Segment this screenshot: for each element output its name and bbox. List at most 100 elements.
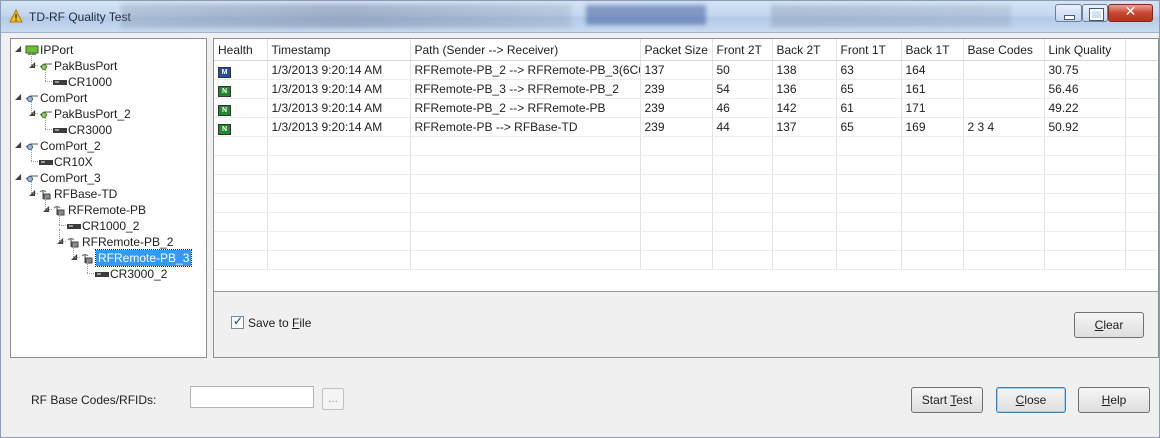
tree-guide-line	[31, 101, 32, 113]
column-header[interactable]: Back 1T	[901, 39, 964, 61]
empty-cell	[712, 174, 773, 194]
column-header[interactable]: Front 2T	[712, 39, 773, 61]
empty-cell	[214, 250, 268, 270]
table-row[interactable]: N 1/3/2013 9:20:14 AM RFRemote-PB_3 --> RF…	[214, 79, 1158, 99]
background-window-blur	[586, 5, 706, 25]
quality-test-window: TD-RF Quality Test ✕ ◢ IPPort ◢ PakBusPort C…	[0, 0, 1160, 438]
background-window-blur	[771, 5, 1011, 27]
health-status-icon: N	[218, 123, 231, 135]
empty-cell	[1125, 155, 1158, 175]
rf-radio-icon	[67, 236, 81, 248]
empty-cell	[712, 136, 773, 156]
table-cell: 161	[901, 79, 964, 99]
com-port-icon	[25, 140, 39, 151]
ip-port-icon	[25, 44, 39, 56]
minimize-button[interactable]	[1055, 4, 1082, 22]
save-to-file-checkbox[interactable]	[231, 314, 244, 329]
empty-cell	[836, 136, 902, 156]
close-button[interactable]: Close	[996, 387, 1066, 413]
table-cell: 169	[901, 117, 964, 137]
column-header-filler	[1125, 39, 1158, 61]
table-row[interactable]: M 1/3/2013 9:20:14 AM RFRemote-PB_2 --> RF…	[214, 60, 1158, 80]
results-grid[interactable]: Health Timestamp Path (Sender --> Receiver…	[214, 39, 1158, 292]
tree-node-label: CR10X	[54, 154, 93, 169]
tree-node[interactable]: ◢ ComPort_3	[15, 169, 101, 185]
empty-cell	[963, 250, 1045, 270]
health-cell: N	[214, 117, 268, 137]
table-cell: 30.75	[1044, 60, 1126, 80]
base-codes-input[interactable]	[190, 386, 314, 408]
empty-cell	[267, 136, 411, 156]
tree-node[interactable]: CR3000_2	[95, 265, 167, 281]
tree-node[interactable]: CR10X	[39, 153, 93, 169]
column-header[interactable]: Base Codes	[963, 39, 1045, 61]
tree-node[interactable]: ◢ RFRemote-PB_3	[71, 248, 193, 267]
health-cell: M	[214, 60, 268, 80]
datalogger-icon	[95, 268, 109, 279]
datalogger-icon	[53, 76, 67, 87]
pakbus-port-icon	[39, 60, 53, 71]
column-header[interactable]: Health	[214, 39, 268, 61]
empty-cell	[267, 174, 411, 194]
health-cell: N	[214, 79, 268, 99]
maximize-button[interactable]	[1082, 4, 1108, 22]
network-tree[interactable]: ◢ IPPort ◢ PakBusPort CR1000 ◢ ComPort ◢ PakBusP…	[10, 38, 207, 358]
empty-cell	[901, 250, 964, 270]
empty-cell	[640, 193, 713, 213]
empty-cell	[214, 212, 268, 232]
column-header[interactable]: Packet Size	[640, 39, 713, 61]
tree-node[interactable]: ◢ RFRemote-PB_2	[57, 233, 173, 249]
browse-codes-button[interactable]: ...	[322, 388, 344, 410]
empty-cell	[640, 155, 713, 175]
table-cell: 239	[640, 98, 713, 118]
tree-node[interactable]: ◢ RFRemote-PB	[43, 201, 146, 217]
close-window-button[interactable]: ✕	[1108, 4, 1153, 22]
save-to-file-text: Save to	[248, 316, 293, 330]
empty-cell	[1125, 174, 1158, 194]
tree-node[interactable]: ◢ PakBusPort	[29, 57, 117, 73]
column-header[interactable]: Link Quality	[1044, 39, 1126, 61]
tree-node[interactable]: ◢ RFBase-TD	[29, 185, 118, 201]
column-header[interactable]: Timestamp	[267, 39, 411, 61]
table-row[interactable]: N 1/3/2013 9:20:14 AM RFRemote-PB_2 --> RF…	[214, 98, 1158, 118]
empty-cell	[836, 193, 902, 213]
expand-arrow-icon[interactable]: ◢	[15, 89, 21, 105]
empty-cell	[772, 212, 837, 232]
tree-node[interactable]: CR1000_2	[67, 217, 139, 233]
expand-arrow-icon[interactable]: ◢	[15, 137, 21, 153]
tree-node[interactable]: CR3000	[53, 121, 112, 137]
tree-node-label: PakBusPort_2	[54, 106, 131, 121]
start-test-button[interactable]: Start Test	[911, 387, 983, 413]
clear-button[interactable]: Clear	[1074, 312, 1144, 338]
tree-node[interactable]: ◢ ComPort_2	[15, 137, 101, 153]
tree-guide-line	[45, 81, 52, 82]
expand-arrow-icon[interactable]: ◢	[15, 169, 21, 185]
save-to-file-text-rest: ile	[299, 316, 312, 330]
table-cell-filler	[1125, 60, 1158, 80]
tree-node-label: IPPort	[40, 42, 74, 57]
empty-cell	[640, 174, 713, 194]
tree-node-label: RFBase-TD	[54, 186, 118, 201]
tree-node-label: ComPort_2	[40, 138, 101, 153]
table-cell: 164	[901, 60, 964, 80]
empty-cell	[963, 231, 1045, 251]
expand-arrow-icon[interactable]: ◢	[15, 41, 21, 57]
table-cell: 1/3/2013 9:20:14 AM	[267, 60, 411, 80]
save-to-file-label[interactable]: Save to File	[248, 316, 311, 330]
column-header[interactable]: Path (Sender --> Receiver)	[410, 39, 641, 61]
help-button[interactable]: Help	[1078, 387, 1150, 413]
table-row[interactable]: N 1/3/2013 9:20:14 AM RFRemote-PB --> RFBa…	[214, 117, 1158, 137]
empty-cell	[963, 155, 1045, 175]
tree-node[interactable]: ◢ ComPort	[15, 89, 87, 105]
column-header[interactable]: Back 2T	[772, 39, 837, 61]
empty-cell	[214, 155, 268, 175]
title-bar[interactable]: TD-RF Quality Test ✕	[1, 1, 1159, 33]
tree-node[interactable]: ◢ IPPort	[15, 41, 74, 57]
column-header[interactable]: Front 1T	[836, 39, 902, 61]
tree-node[interactable]: CR1000	[53, 73, 112, 89]
rf-radio-icon	[53, 204, 67, 216]
tree-node[interactable]: ◢ PakBusPort_2	[29, 105, 131, 121]
empty-cell	[267, 212, 411, 232]
table-cell: 1/3/2013 9:20:14 AM	[267, 79, 411, 99]
table-cell: 50	[712, 60, 773, 80]
